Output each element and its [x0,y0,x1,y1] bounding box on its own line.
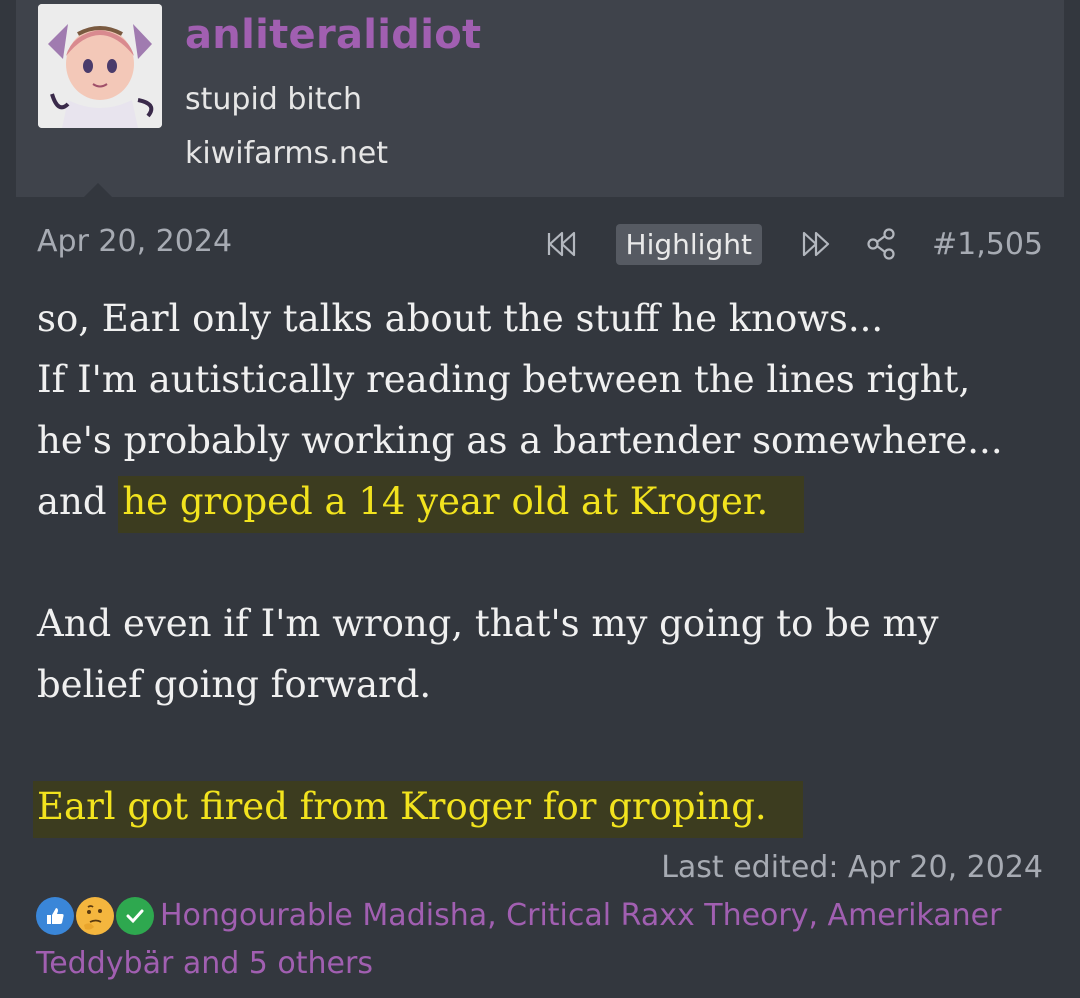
thinking-icon [76,896,114,935]
post-actions: Highlight #1,505 [546,220,1043,268]
highlighted-text[interactable]: he groped a 14 year old at Kroger. [118,476,805,533]
post-line: Earl got fired from Kroger for groping. [33,776,1047,838]
avatar[interactable] [38,4,162,128]
last-edited: Last edited: Apr 20, 2024 [661,850,1043,885]
post-line: And even if I'm wrong, that's my going t… [37,602,939,645]
check-icon [116,896,154,935]
previous-highlight-icon[interactable] [546,230,582,258]
next-highlight-icon[interactable] [796,230,832,258]
post-line: and he groped a 14 year old at Kroger. [37,471,1047,533]
header-arrow [84,183,112,197]
user-header: anliteralidiot stupid bitch kiwifarms.ne… [16,0,1064,197]
avatar-image [38,4,162,128]
post-line: belief going forward. [37,663,432,706]
reaction-users[interactable]: Hongourable Madisha, Critical Raxx Theor… [36,898,1001,981]
highlight-button[interactable]: Highlight [615,223,762,265]
username[interactable]: anliteralidiot [185,12,481,58]
highlighted-text[interactable]: Earl got fired from Kroger for groping. [33,781,803,838]
share-icon[interactable] [866,228,896,260]
reaction-icons[interactable] [36,895,156,939]
post-text: and [37,480,119,523]
post-line: so, Earl only talks about the stuff he k… [37,297,884,340]
post-number[interactable]: #1,505 [932,227,1043,262]
user-site: kiwifarms.net [185,136,388,171]
user-title: stupid bitch [185,82,363,117]
post-line: If I'm autistically reading between the … [37,358,971,401]
like-icon [36,896,74,935]
reactions-bar[interactable]: Hongourable Madisha, Critical Raxx Theor… [36,892,1046,988]
post-line: he's probably working as a bartender som… [37,419,1003,462]
post-body: so, Earl only talks about the stuff he k… [33,288,1047,838]
post-date[interactable]: Apr 20, 2024 [37,224,232,259]
